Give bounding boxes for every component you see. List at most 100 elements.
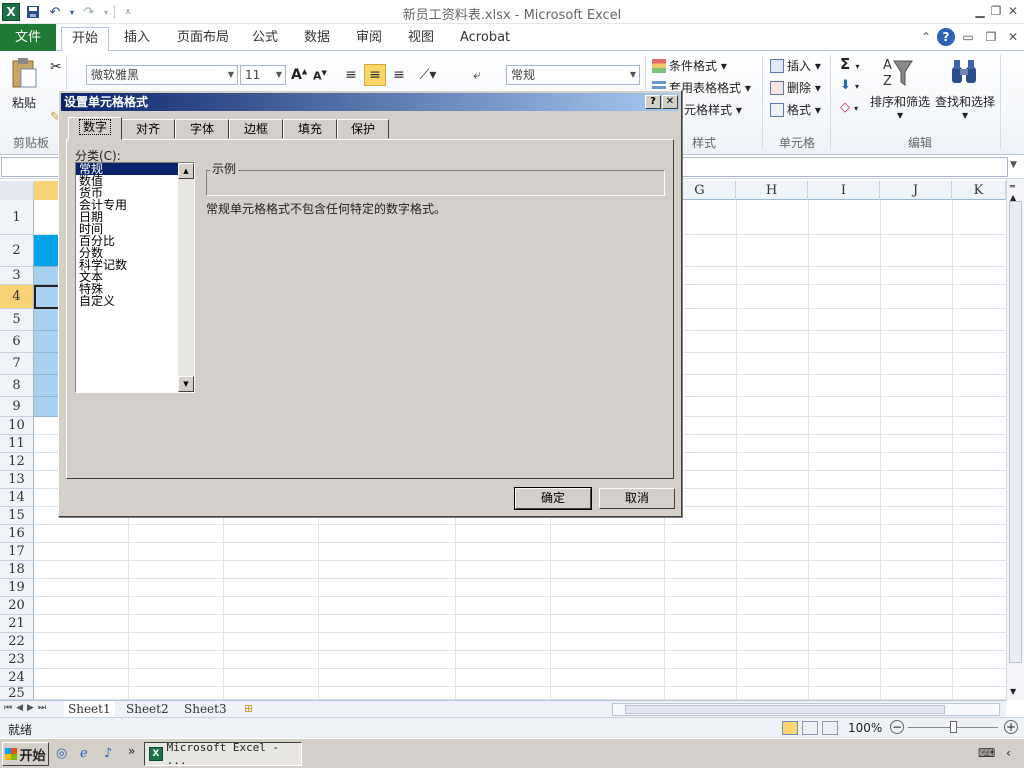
ok-button[interactable]: 确定 — [514, 487, 592, 510]
column-header-k[interactable]: K — [952, 181, 1006, 200]
dialog-tab-font[interactable]: 字体 — [175, 119, 229, 139]
formula-input[interactable] — [682, 157, 1008, 177]
zoom-level[interactable]: 100% — [848, 721, 882, 735]
vertical-scrollbar[interactable]: ═ ▲ ▼ — [1006, 179, 1024, 700]
row-header[interactable]: 2 — [0, 235, 34, 267]
sort-filter-icon[interactable]: AZ — [882, 55, 914, 89]
fill-icon[interactable]: ⬇ ▾ — [840, 78, 859, 93]
dialog-tab-border[interactable]: 边框 — [229, 119, 283, 139]
insert-cells-button[interactable]: 插入 ▾ — [770, 57, 821, 74]
minimize-icon[interactable]: ▁ — [972, 3, 988, 19]
row-header[interactable]: 21 — [0, 615, 34, 633]
minimize-ribbon-icon[interactable]: ⌃ — [918, 29, 934, 45]
quicklaunch-app-icon[interactable]: ◎ — [56, 746, 67, 761]
row-header[interactable]: 25 — [0, 687, 34, 700]
chevron-down-icon[interactable]: ▼ — [897, 111, 903, 120]
tray-expand-icon[interactable]: ‹ — [1006, 746, 1011, 760]
row-header[interactable]: 15 — [0, 507, 34, 525]
format-cells-button[interactable]: 格式 ▾ — [770, 101, 821, 118]
row-header[interactable]: 9 — [0, 397, 34, 417]
doc-restore-icon[interactable]: ❐ — [983, 29, 999, 45]
font-size-combo[interactable]: 11 ▼ — [240, 65, 286, 85]
column-header-i[interactable]: I — [808, 181, 880, 200]
paste-button[interactable]: 粘贴 — [12, 94, 36, 111]
horizontal-scroll-thumb[interactable] — [625, 705, 945, 714]
scroll-down-icon[interactable]: ▼ — [178, 376, 194, 392]
row-header[interactable]: 3 — [0, 267, 34, 285]
sheet-tab-2[interactable]: Sheet2 — [122, 701, 173, 717]
tab-insert[interactable]: 插入 — [114, 27, 160, 51]
zoom-out-icon[interactable]: − — [890, 720, 904, 734]
split-handle-icon[interactable]: ═ — [1010, 182, 1015, 191]
ie-icon[interactable]: ℯ — [80, 746, 88, 761]
clear-icon[interactable]: ◇ ▾ — [840, 100, 858, 115]
tab-formulas[interactable]: 公式 — [242, 27, 288, 51]
keyboard-icon[interactable]: ⌨ — [978, 746, 995, 760]
row-header[interactable]: 23 — [0, 651, 34, 669]
row-header[interactable]: 24 — [0, 669, 34, 687]
close-window-icon[interactable]: ✕ — [1005, 3, 1021, 19]
dialog-title-bar[interactable]: 设置单元格格式 ? ✕ — [61, 93, 679, 111]
scroll-up-icon[interactable]: ▲ — [178, 163, 194, 179]
delete-cells-button[interactable]: 删除 ▾ — [770, 79, 821, 96]
align-middle-icon[interactable]: ≡ — [364, 64, 386, 86]
align-top-icon[interactable]: ≡ — [340, 64, 362, 86]
expand-formula-icon[interactable]: ▼ — [1010, 160, 1017, 170]
zoom-in-icon[interactable]: + — [1004, 720, 1018, 734]
row-header[interactable]: 10 — [0, 417, 34, 435]
row-header[interactable]: 1 — [0, 200, 34, 235]
number-format-combo[interactable]: 常规 ▼ — [506, 65, 640, 85]
find-select-button[interactable]: 查找和选择 — [935, 93, 995, 110]
dialog-tab-protection[interactable]: 保护 — [337, 119, 389, 139]
tab-home[interactable]: 开始 — [61, 27, 110, 52]
row-header[interactable]: 7 — [0, 353, 34, 375]
row-header[interactable]: 22 — [0, 633, 34, 651]
text-orientation-icon[interactable]: ⟋▾ — [414, 64, 442, 86]
quicklaunch-overflow-icon[interactable]: » — [128, 744, 135, 758]
column-header-h[interactable]: H — [736, 181, 808, 200]
row-header[interactable]: 4 — [0, 285, 34, 309]
restore-icon[interactable]: ❐ — [988, 3, 1004, 19]
chevron-down-icon[interactable]: ▼ — [962, 111, 968, 120]
shrink-font-icon[interactable]: A▼ — [313, 69, 327, 83]
row-header[interactable]: 18 — [0, 561, 34, 579]
dialog-help-button[interactable]: ? — [645, 95, 661, 109]
row-header[interactable]: 19 — [0, 579, 34, 597]
dialog-tab-number[interactable]: 数字 — [68, 117, 122, 140]
horizontal-scrollbar[interactable] — [612, 703, 1000, 716]
scroll-thumb[interactable] — [1009, 201, 1022, 663]
tab-view[interactable]: 视图 — [398, 27, 444, 51]
sheet-tab-3[interactable]: Sheet3 — [180, 701, 231, 717]
tab-page-layout[interactable]: 页面布局 — [167, 27, 239, 51]
row-header[interactable]: 6 — [0, 331, 34, 353]
dialog-tab-alignment[interactable]: 对齐 — [121, 119, 175, 139]
category-list[interactable]: 常规 数值 货币 会计专用 日期 时间 百分比 分数 科学记数 文本 特殊 自定义 ▲ ▼ — [75, 162, 195, 393]
row-header[interactable]: 14 — [0, 489, 34, 507]
row-header[interactable]: 13 — [0, 471, 34, 489]
dialog-close-button[interactable]: ✕ — [662, 95, 678, 109]
category-scrollbar[interactable]: ▲ ▼ — [178, 163, 194, 392]
tab-file[interactable]: 文件 — [0, 24, 56, 51]
row-header[interactable]: 17 — [0, 543, 34, 561]
normal-view-icon[interactable] — [782, 721, 798, 735]
tab-review[interactable]: 审阅 — [346, 27, 392, 51]
sheet-nav-icons[interactable]: ⏮◀▶⏭ — [4, 703, 50, 713]
row-header[interactable]: 11 — [0, 435, 34, 453]
cancel-button[interactable]: 取消 — [599, 488, 675, 509]
page-layout-view-icon[interactable] — [802, 721, 818, 735]
row-header[interactable]: 8 — [0, 375, 34, 397]
new-sheet-icon[interactable]: ⊞ — [240, 701, 257, 717]
font-name-combo[interactable]: 微软雅黑 ▼ — [86, 65, 238, 85]
media-icon[interactable]: ♪ — [104, 746, 112, 761]
dialog-tab-fill[interactable]: 填充 — [283, 119, 337, 139]
help-icon[interactable]: ? — [937, 28, 955, 46]
autosum-icon[interactable]: Σ ▾ — [840, 55, 859, 73]
doc-close-icon[interactable]: ✕ — [1005, 29, 1021, 45]
category-item[interactable]: 自定义 — [76, 295, 178, 307]
page-break-view-icon[interactable] — [822, 721, 838, 735]
tab-data[interactable]: 数据 — [294, 27, 340, 51]
cut-icon[interactable]: ✂ — [50, 59, 62, 75]
sort-filter-button[interactable]: 排序和筛选 — [870, 93, 930, 110]
sheet-tab-1[interactable]: Sheet1 — [64, 701, 115, 717]
wrap-text-icon[interactable]: ⤶ — [466, 64, 488, 86]
